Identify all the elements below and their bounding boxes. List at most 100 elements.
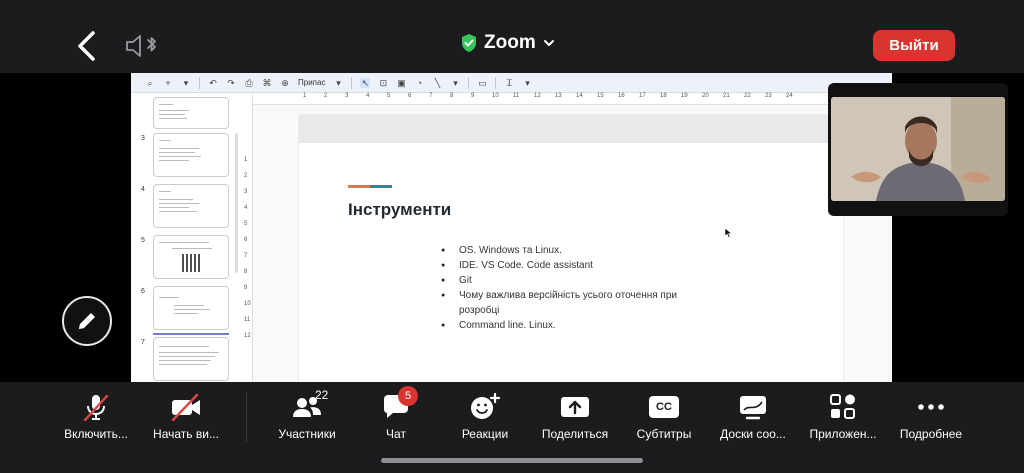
ruler-mark: 19 xyxy=(681,93,688,99)
ruler-mark: 11 xyxy=(513,93,520,99)
slide-thumbnail[interactable] xyxy=(153,235,229,279)
ruler-mark: 2 xyxy=(244,173,248,179)
video-toggle-button[interactable]: Начать ви... xyxy=(138,392,234,441)
slide-thumbnail[interactable] xyxy=(153,286,229,330)
more-dots-icon xyxy=(916,392,946,422)
slide-number: 3 xyxy=(141,135,145,142)
ruler-mark: 3 xyxy=(244,189,248,195)
ruler-mark: 22 xyxy=(744,93,751,99)
subtitles-label: Субтитры xyxy=(636,427,692,441)
share-screen-icon xyxy=(559,392,591,422)
ruler-mark: 9 xyxy=(244,285,248,291)
whiteboard-icon xyxy=(737,392,769,422)
ruler-mark: 4 xyxy=(366,93,370,99)
slide-header-band xyxy=(299,115,843,143)
bullet-item: IDE. VS Code. Code assistant xyxy=(441,258,701,273)
redo-icon[interactable]: ↷ xyxy=(226,78,236,88)
chevron-down-icon[interactable]: ▾ xyxy=(181,78,191,88)
shared-screen: ⌕ + ▾ ↶ ↷ ⎙ ⌘ ⊕ Припас ▾ ↖ ⊡ ▣ ◔ ╲ ▾ ▭ Ꮖ… xyxy=(131,73,892,382)
ruler-mark: 24 xyxy=(786,93,793,99)
meeting-title-button[interactable]: Zoom xyxy=(460,32,556,54)
line-icon[interactable]: ╲ xyxy=(432,78,442,88)
slide-thumbnail[interactable] xyxy=(153,97,229,129)
current-slide[interactable]: Інструменти OS. Windows та Linux. IDE. V… xyxy=(299,115,843,382)
ruler-mark: 2 xyxy=(324,93,328,99)
annotate-button[interactable] xyxy=(62,296,112,346)
zoom-select[interactable]: Припас xyxy=(298,78,325,87)
bullet-item: Git xyxy=(441,273,701,288)
mic-toggle-button[interactable]: Включить... xyxy=(48,392,144,441)
ruler-mark: 23 xyxy=(765,93,772,99)
paint-format-icon[interactable]: ⌘ xyxy=(262,78,272,88)
whiteboards-label: Доски соо... xyxy=(720,427,786,441)
bullet-item: Command line. Linux. xyxy=(441,318,701,333)
reactions-button[interactable]: Реакции xyxy=(437,392,533,441)
apps-icon xyxy=(828,392,858,422)
participants-button[interactable]: 22 Участники xyxy=(259,388,355,441)
pencil-icon xyxy=(79,313,95,329)
ruler-mark: 11 xyxy=(244,317,251,323)
ruler-mark: 12 xyxy=(534,93,541,99)
text-box-icon[interactable]: ⊡ xyxy=(378,78,388,88)
chat-unread-badge: 5 xyxy=(398,386,418,406)
horizontal-ruler: 1 2 3 4 5 6 7 8 9 10 11 12 13 14 15 16 1… xyxy=(253,93,892,105)
ruler-mark: 8 xyxy=(244,269,248,275)
print-icon[interactable]: ⎙ xyxy=(244,78,254,88)
participants-count: 22 xyxy=(315,388,329,402)
participant-video-tile[interactable] xyxy=(828,83,1008,216)
ruler-mark: 9 xyxy=(471,93,475,99)
select-cursor-icon[interactable]: ↖ xyxy=(360,77,371,88)
ruler-mark: 5 xyxy=(387,93,391,99)
speaker-bluetooth-button[interactable] xyxy=(124,32,164,60)
title-accent-line xyxy=(348,185,392,188)
smiley-add-icon xyxy=(469,392,501,422)
whiteboards-button[interactable]: Доски соо... xyxy=(705,392,801,441)
comment-icon[interactable]: ▭ xyxy=(477,78,487,88)
apps-label: Приложен... xyxy=(809,427,877,441)
subtitles-button[interactable]: CC Субтитры xyxy=(616,392,712,441)
mic-label: Включить... xyxy=(64,427,128,441)
cc-glyph: CC xyxy=(649,396,679,418)
back-button[interactable] xyxy=(70,28,106,64)
share-button[interactable]: Поделиться xyxy=(527,392,623,441)
apps-button[interactable]: Приложен... xyxy=(795,392,891,441)
toolbar-divider xyxy=(468,76,470,89)
search-icon[interactable]: ⌕ xyxy=(145,78,155,88)
shield-check-icon xyxy=(462,34,476,52)
ruler-mark: 1 xyxy=(303,93,307,99)
editor-toolbar: ⌕ + ▾ ↶ ↷ ⎙ ⌘ ⊕ Припас ▾ ↖ ⊡ ▣ ◔ ╲ ▾ ▭ Ꮖ… xyxy=(131,73,892,93)
slide-number: 7 xyxy=(141,339,145,346)
leave-button[interactable]: Выйти xyxy=(873,30,955,61)
filmstrip-scrollbar[interactable] xyxy=(235,133,238,273)
slide-insert-indicator xyxy=(153,333,229,335)
ruler-mark: 1 xyxy=(244,157,248,163)
ruler-mark: 15 xyxy=(597,93,604,99)
shape-icon[interactable]: ◔ xyxy=(414,78,424,88)
zoom-icon[interactable]: ⊕ xyxy=(280,78,290,88)
top-bar: Zoom Выйти xyxy=(0,0,1024,73)
slide-thumbnail[interactable] xyxy=(153,184,229,228)
slide-thumbnail[interactable] xyxy=(153,133,229,177)
home-indicator[interactable] xyxy=(381,458,643,463)
chevron-down-icon[interactable]: ▾ xyxy=(450,78,460,88)
participants-label: Участники xyxy=(278,427,336,441)
ruler-mark: 21 xyxy=(723,93,730,99)
chevron-down-icon[interactable]: ▾ xyxy=(333,78,343,88)
ruler-mark: 6 xyxy=(244,237,248,243)
toolbar-divider xyxy=(199,76,200,89)
undo-icon[interactable]: ↶ xyxy=(208,78,218,88)
video-label: Начать ви... xyxy=(153,427,219,441)
vertical-ruler: 1 2 3 4 5 6 7 8 9 10 11 12 xyxy=(243,93,253,382)
slide-thumbnail[interactable] xyxy=(153,337,229,381)
speaker-bluetooth-icon xyxy=(126,35,156,57)
more-button[interactable]: Подробнее xyxy=(883,392,979,441)
add-icon[interactable]: + xyxy=(163,78,173,88)
mic-off-icon xyxy=(81,392,111,422)
bullet-item: OS. Windows та Linux. xyxy=(441,243,701,258)
chat-button[interactable]: 5 Чат xyxy=(348,386,444,441)
chevron-down-icon[interactable]: ▾ xyxy=(522,78,532,88)
ruler-mark: 10 xyxy=(244,301,251,307)
toolbar-divider xyxy=(495,76,497,89)
text-format-icon[interactable]: Ꮖ xyxy=(504,78,514,88)
image-icon[interactable]: ▣ xyxy=(396,78,406,88)
